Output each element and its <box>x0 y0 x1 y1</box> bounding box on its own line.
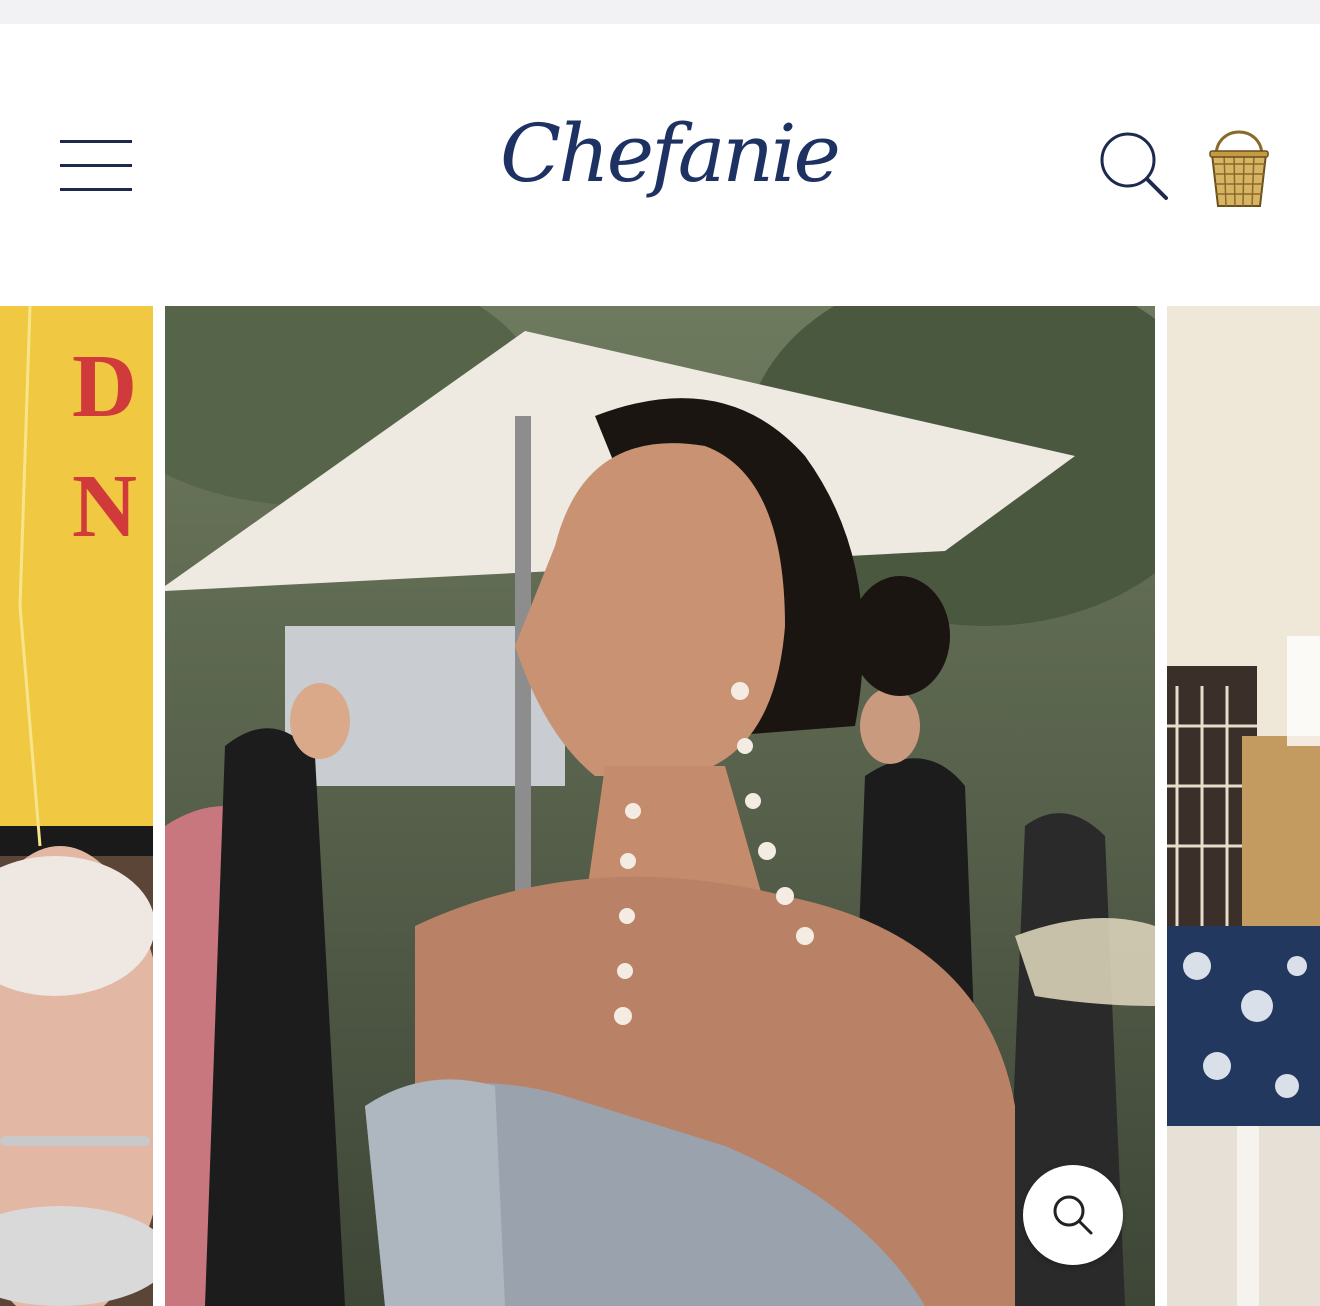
carousel-slide-previous[interactable]: D N <box>0 306 153 1306</box>
current-slide-image <box>165 306 1155 1306</box>
menu-bar-bottom <box>60 188 132 191</box>
menu-bar-top <box>60 140 132 143</box>
svg-text:D: D <box>72 337 137 436</box>
site-logo[interactable]: Chefanie <box>500 64 841 274</box>
svg-text:N: N <box>72 457 137 556</box>
hamburger-menu-icon[interactable] <box>60 136 134 192</box>
carousel-slide-next[interactable] <box>1167 306 1320 1306</box>
basket-icon[interactable] <box>1206 120 1272 212</box>
image-carousel[interactable]: D N <box>0 306 1320 1306</box>
carousel-slide-current[interactable] <box>165 306 1155 1306</box>
search-icon[interactable] <box>1098 130 1170 202</box>
zoom-image-button[interactable] <box>1023 1165 1123 1265</box>
previous-slide-image: D N <box>0 306 153 1306</box>
logo-wordmark: Chefanie <box>500 107 841 200</box>
zoom-search-icon <box>1053 1195 1093 1235</box>
menu-bar-middle <box>60 164 132 167</box>
status-bar-strip <box>0 0 1320 24</box>
next-slide-image <box>1167 306 1320 1306</box>
site-header: Chefanie <box>0 24 1320 306</box>
